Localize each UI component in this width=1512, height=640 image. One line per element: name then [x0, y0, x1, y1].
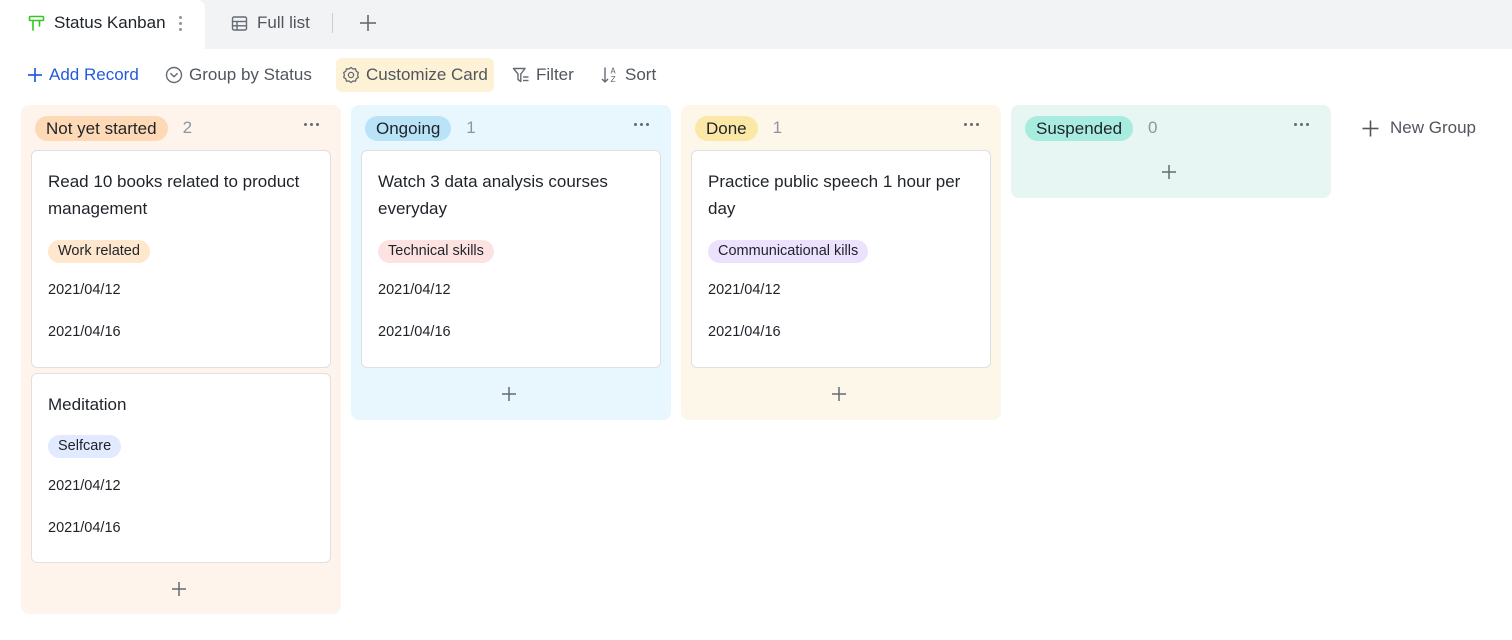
column-count: 0: [1148, 118, 1158, 137]
column-count: 1: [772, 118, 783, 137]
new-group-button[interactable]: New Group: [1361, 116, 1476, 140]
more-horizontal-icon[interactable]: [634, 123, 649, 126]
card-title: Meditation: [48, 395, 127, 414]
record-card[interactable]: Practice public speech 1 hour per day Co…: [691, 150, 991, 368]
group-circle-chevron-icon: [165, 66, 183, 84]
card-start-date: 2021/04/12: [708, 282, 781, 298]
column-count: 1: [466, 118, 476, 137]
add-card-icon[interactable]: [170, 580, 188, 598]
kanban-icon: [28, 15, 45, 32]
filter-button[interactable]: Filter: [512, 58, 574, 92]
card-start-date: 2021/04/12: [48, 478, 121, 494]
card-end-date: 2021/04/16: [708, 324, 781, 340]
kanban-column-ongoing: Ongoing 1 Watch 3 data analysis courses …: [351, 105, 671, 420]
column-count: 2: [182, 118, 193, 137]
toolbar: Add Record Group by Status Customize Car…: [0, 58, 1512, 92]
card-end-date: 2021/04/16: [48, 324, 121, 340]
card-start-date: 2021/04/12: [378, 282, 451, 298]
customize-card-label: Customize Card: [366, 65, 488, 84]
group-by-label: Group by Status: [189, 65, 312, 84]
card-tag: Technical skills: [378, 240, 494, 263]
grid-table-icon: [231, 15, 248, 32]
add-view-icon[interactable]: [358, 13, 378, 33]
filter-label: Filter: [536, 65, 574, 84]
tab-full-list[interactable]: Full list: [231, 12, 310, 34]
card-title: Practice public speech 1 hour per day: [708, 172, 961, 218]
tab-status-kanban[interactable]: Status Kanban: [0, 0, 205, 49]
view-tab-bar: Status Kanban Full list: [0, 0, 1512, 49]
sort-az-icon: A Z: [601, 67, 617, 84]
column-header: Ongoing 1: [365, 115, 476, 141]
card-tag: Selfcare: [48, 435, 122, 458]
gear-icon: [343, 66, 359, 84]
record-card[interactable]: Watch 3 data analysis courses everyday T…: [361, 150, 661, 368]
status-tag[interactable]: Suspended: [1025, 115, 1134, 141]
more-horizontal-icon[interactable]: [304, 123, 319, 126]
kanban-column-not-yet-started: Not yet started 2 Read 10 books related …: [21, 105, 341, 614]
record-card[interactable]: Meditation Selfcare 2021/04/12 2021/04/1…: [31, 373, 331, 563]
card-title: Watch 3 data analysis courses everyday: [378, 172, 608, 218]
record-card[interactable]: Read 10 books related to product managem…: [31, 150, 331, 368]
tab-label: Status Kanban: [54, 13, 166, 32]
status-tag[interactable]: Done: [695, 115, 758, 141]
card-tag: Work related: [48, 240, 150, 263]
plus-icon: [1362, 120, 1379, 136]
group-by-button[interactable]: Group by Status: [165, 58, 312, 92]
kanban-column-suspended: Suspended 0: [1011, 105, 1331, 198]
add-record-button[interactable]: Add Record: [27, 58, 139, 92]
more-horizontal-icon[interactable]: [1294, 123, 1309, 126]
card-end-date: 2021/04/16: [378, 324, 451, 340]
add-card-icon[interactable]: [500, 385, 518, 403]
tab-label: Full list: [257, 13, 310, 32]
add-card-icon[interactable]: [1160, 163, 1178, 181]
tab-divider: [332, 13, 333, 33]
more-vertical-icon[interactable]: [174, 13, 186, 33]
add-record-label: Add Record: [49, 65, 139, 84]
more-horizontal-icon[interactable]: [964, 123, 979, 126]
kanban-column-done: Done 1 Practice public speech 1 hour per…: [681, 105, 1001, 420]
status-tag[interactable]: Ongoing: [365, 115, 452, 141]
status-tag[interactable]: Not yet started: [35, 115, 168, 141]
add-card-icon[interactable]: [830, 385, 848, 403]
sort-button[interactable]: A Z Sort: [601, 58, 656, 92]
column-header: Not yet started 2: [35, 115, 192, 141]
plus-icon: [28, 68, 42, 82]
card-title: Read 10 books related to product managem…: [48, 172, 300, 218]
new-group-label: New Group: [1390, 118, 1476, 137]
card-tag: Communicational kills: [708, 240, 869, 263]
column-header: Suspended 0: [1025, 115, 1158, 141]
card-start-date: 2021/04/12: [48, 282, 121, 298]
card-end-date: 2021/04/16: [48, 520, 121, 536]
column-header: Done 1: [695, 115, 782, 141]
sort-label: Sort: [625, 65, 657, 84]
customize-card-button[interactable]: Customize Card: [336, 58, 494, 92]
svg-text:Z: Z: [611, 75, 616, 84]
filter-icon: [512, 67, 529, 83]
